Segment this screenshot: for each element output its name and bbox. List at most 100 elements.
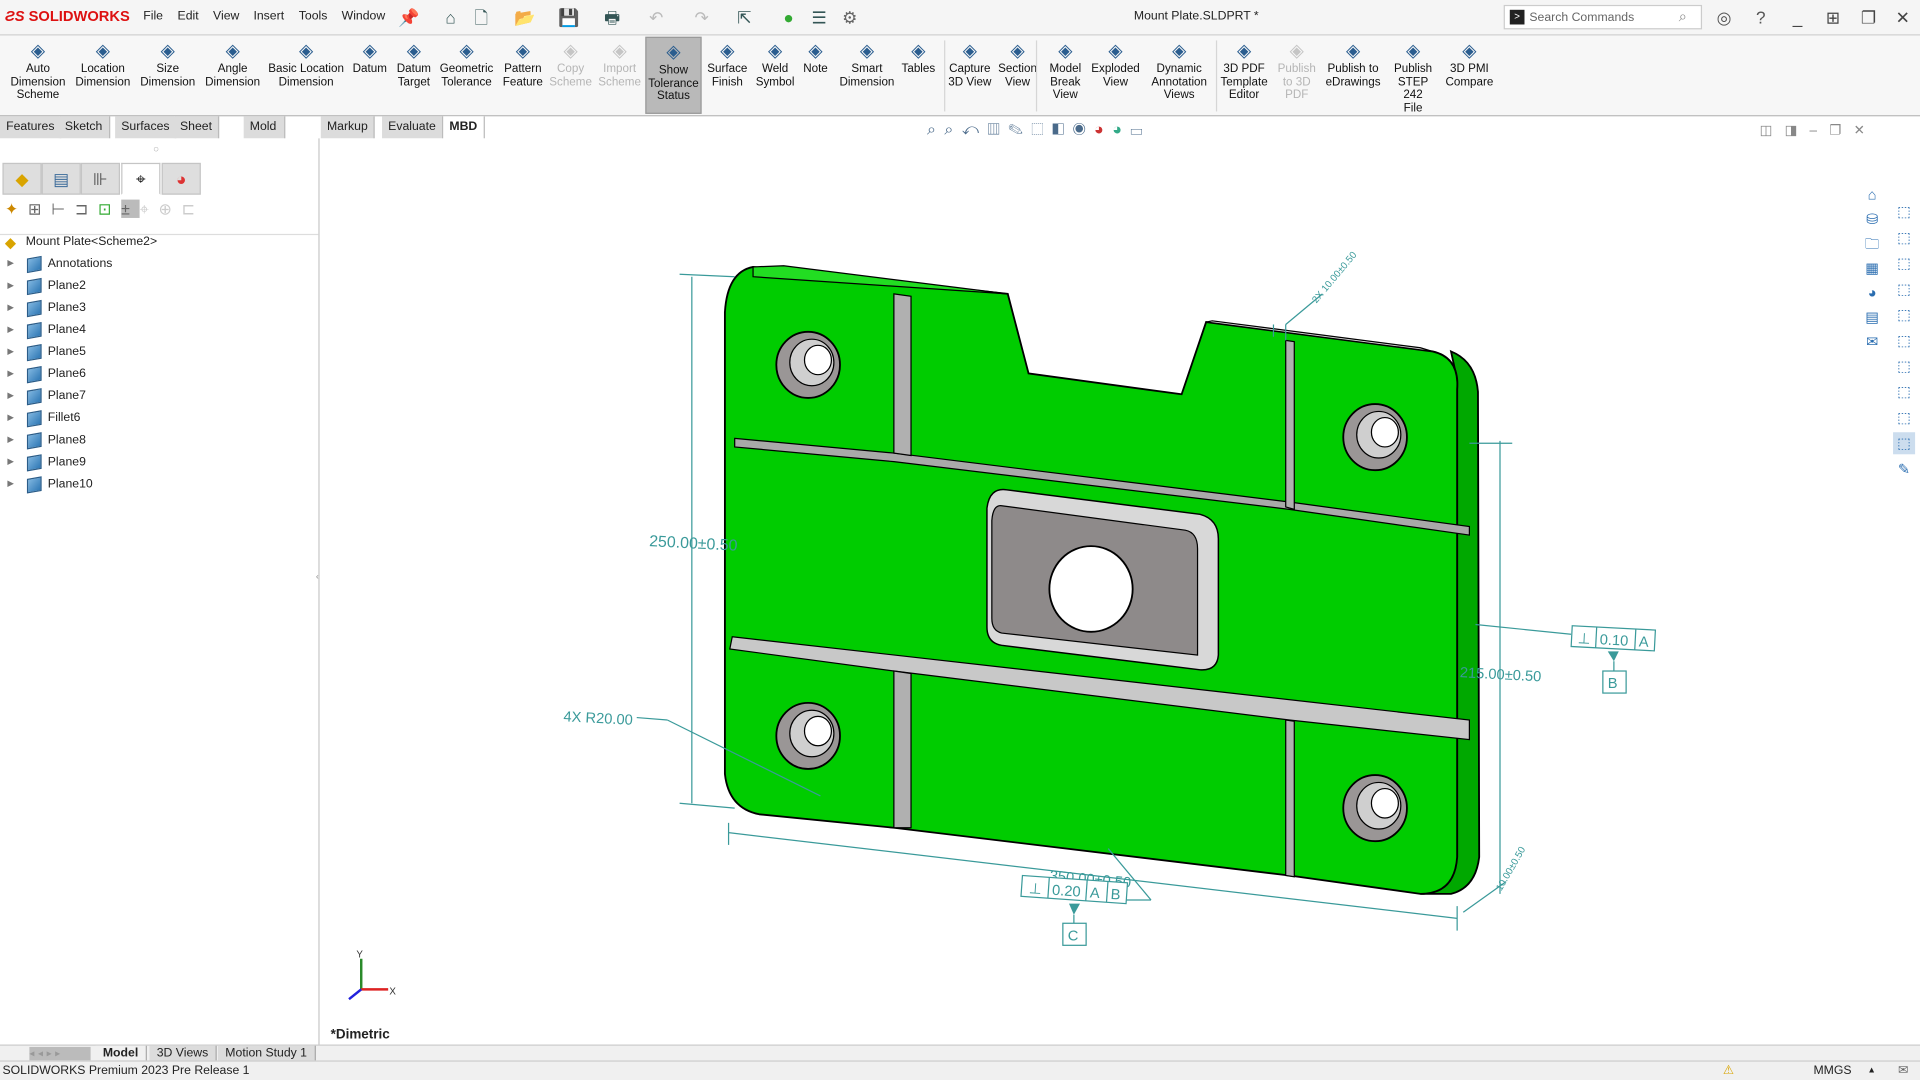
tab-markup[interactable]: Markup <box>320 116 376 139</box>
ribbon-button-import-scheme[interactable]: ◈ Import Scheme <box>598 37 642 114</box>
tile-icon[interactable]: ⊞ <box>1823 7 1843 27</box>
ribbon-button-geometric-tolerance[interactable]: ◈ Geometric Tolerance <box>440 37 494 114</box>
ribbon-button-smart-dimension[interactable]: ◈ Smart Dimension <box>838 37 897 114</box>
display-style-icon[interactable]: ◧ <box>1052 120 1073 138</box>
expand-arrow-icon[interactable]: ▶ <box>7 386 14 408</box>
datum-c-label[interactable]: C <box>1068 928 1079 944</box>
ribbon-button-model-break-view[interactable]: ◈ Model Break View <box>1042 37 1089 114</box>
top-view-icon[interactable]: ⬚ <box>1893 329 1915 351</box>
expand-arrow-icon[interactable]: ▶ <box>7 430 14 452</box>
datum-icon[interactable]: ⊡ <box>98 200 121 218</box>
datum-b-label[interactable]: B <box>1608 676 1618 692</box>
solidworks-forum-icon[interactable]: ✉ <box>1861 331 1883 353</box>
displaymanager-tab[interactable]: ◕ <box>161 162 201 195</box>
size-icon[interactable]: ⊐ <box>75 200 98 218</box>
pin-icon[interactable]: 📌 <box>398 7 419 27</box>
solidworks-resources-icon[interactable]: ⌂ <box>1861 184 1883 206</box>
search-icon[interactable]: ⌕ <box>1679 7 1687 25</box>
ribbon-button-note[interactable]: ◈ Note <box>801 37 830 114</box>
menu-tools[interactable]: Tools <box>299 10 328 23</box>
feature-control-frame-right[interactable]: ⊥ 0.10 A <box>1570 625 1657 652</box>
ribbon-button-auto-dimension[interactable]: ◈ Auto Dimension Scheme <box>10 37 66 114</box>
ribbon-button-section-view[interactable]: ◈ Section View <box>993 37 1042 114</box>
ribbon-button-exploded-view[interactable]: ◈ Exploded View <box>1087 37 1143 114</box>
apply-scene-icon[interactable]: ◕ <box>1112 120 1130 138</box>
auto-dimension-icon[interactable]: ✦ <box>5 200 28 218</box>
bottom-tab-motion-study-1[interactable]: Motion Study 1 <box>217 1045 316 1062</box>
bottom-tab-model[interactable]: Model <box>95 1045 147 1062</box>
ribbon-button-surface-finish[interactable]: ◈ Surface Finish <box>705 37 749 114</box>
ribbon-button-dynamic-annotation-views[interactable]: ◈ Dynamic Annotation Views <box>1147 37 1211 114</box>
previous-view-icon[interactable]: ↶ <box>962 120 988 138</box>
menu-window[interactable]: Window <box>342 10 386 23</box>
expand-arrow-icon[interactable]: ▶ <box>7 320 14 342</box>
configurationmanager-tab[interactable]: ⊪ <box>80 162 121 195</box>
ribbon-button-edrawings[interactable]: ◈ Publish to eDrawings <box>1324 37 1383 114</box>
close-icon[interactable]: ✕ <box>1893 7 1913 27</box>
dimxpert-toolbar[interactable]: ✦⊞⊢⊐⊡±⌖⊕⊏ <box>5 199 205 220</box>
import-scheme-icon[interactable]: ⊕ <box>158 200 181 218</box>
file-properties-icon[interactable]: ☰ <box>809 7 829 27</box>
restore-icon[interactable]: ❐ <box>1859 7 1879 27</box>
menu-insert[interactable]: Insert <box>253 10 284 23</box>
tab-mold-tools[interactable]: Mold Tools <box>243 116 286 156</box>
account-icon[interactable]: ◎ <box>1714 7 1734 27</box>
dimension-radius[interactable]: 4X R20.00 <box>563 709 633 729</box>
zoom-to-fit-icon[interactable]: ⌕ <box>927 120 944 138</box>
quick-tips-icon[interactable]: ✉ <box>1898 1062 1908 1081</box>
undo-icon[interactable]: ↶ <box>647 7 667 27</box>
tolerance-status-icon[interactable]: ± <box>121 199 140 218</box>
zoom-to-area-icon[interactable]: ⌕ <box>944 120 961 138</box>
tab-mbd[interactable]: MBD <box>443 116 485 139</box>
menu-file[interactable]: File <box>143 10 163 23</box>
isometric-view-icon[interactable]: ⬚ <box>1893 381 1915 403</box>
bottom-tab-3d-views[interactable]: 3D Views <box>149 1045 217 1062</box>
ribbon-button-pmi-compare[interactable]: ◈ 3D PMI Compare <box>1442 37 1496 114</box>
new-document-icon[interactable]: 🗋 <box>471 7 491 27</box>
rebuild-icon[interactable]: ● <box>779 7 799 27</box>
view-orientation-icon[interactable]: ⬚ <box>1893 201 1915 223</box>
expand-arrow-icon[interactable]: ▶ <box>7 408 14 430</box>
ribbon-button-publish-3d-pdf[interactable]: ◈ Publish to 3D PDF <box>1277 37 1316 114</box>
ribbon-button-weld-symbol[interactable]: ◈ Weld Symbol <box>754 37 796 114</box>
ribbon-button-location-dimension[interactable]: ◈ Location Dimension <box>75 37 131 114</box>
unit-system[interactable]: MMGS <box>1813 1062 1851 1081</box>
design-library-icon[interactable]: ⛁ <box>1861 208 1883 230</box>
bottom-view-icon[interactable]: ⬚ <box>1893 355 1915 377</box>
copy-scheme-icon[interactable]: ⌖ <box>140 200 159 218</box>
file-explorer-icon[interactable]: 🗀 <box>1861 233 1883 255</box>
tab-features[interactable]: Features <box>0 116 62 139</box>
expand-arrow-icon[interactable]: ▶ <box>7 298 14 320</box>
edit-appearance-icon[interactable]: ◕ <box>1094 120 1112 138</box>
back-view-icon[interactable]: ⬚ <box>1893 252 1915 274</box>
view-orientation-icon[interactable]: ⬚ <box>1031 120 1052 138</box>
search-commands-input[interactable]: > Search Commands ⌕ <box>1503 4 1703 30</box>
ribbon-button-copy-scheme[interactable]: ◈ Copy Scheme <box>549 37 593 114</box>
view-palette-icon[interactable]: ▦ <box>1861 257 1883 279</box>
menu-edit[interactable]: Edit <box>178 10 199 23</box>
solidworks-logo[interactable]: ƧS SOLIDWORKS <box>5 7 130 24</box>
ribbon-button-3d-pdf-template[interactable]: ◈ 3D PDF Template Editor <box>1217 37 1271 114</box>
panel-collapse-handle[interactable]: ‹ <box>316 573 319 582</box>
expand-arrow-icon[interactable]: ▶ <box>7 276 14 298</box>
expand-arrow-icon[interactable]: ▶ <box>7 364 14 386</box>
custom-properties-icon[interactable]: ▤ <box>1861 306 1883 328</box>
tab-surfaces[interactable]: Surfaces <box>115 116 177 139</box>
open-icon[interactable]: 📂 <box>514 7 535 27</box>
heads-up-view-toolbar[interactable]: ⌕⌕↶▥✎⬚◧◉◕◕▭ <box>927 120 1151 140</box>
tab-sketch[interactable]: Sketch <box>58 116 110 139</box>
ribbon-button-size-dimension[interactable]: ◈ Size Dimension <box>140 37 196 114</box>
ribbon-button-step-242[interactable]: ◈ Publish STEP 242 File <box>1389 37 1438 114</box>
ribbon-button-tables[interactable]: ◈ Tables <box>898 37 940 114</box>
minimize-icon[interactable]: _ <box>1788 7 1808 27</box>
tab-sheet-metal[interactable]: Sheet Metal <box>173 116 220 156</box>
view-settings-icon[interactable]: ▭ <box>1130 120 1151 138</box>
menu-view[interactable]: View <box>213 10 239 23</box>
units-menu-arrow-icon[interactable]: ▲ <box>1867 1062 1875 1081</box>
expand-arrow-icon[interactable]: ▶ <box>7 474 14 496</box>
viewport-window-controls[interactable]: ◫◨–❐✕ <box>1760 122 1878 139</box>
tab-scroll-arrows[interactable]: ◂◂▸▸ <box>29 1046 91 1061</box>
model-view[interactable]: 250.00±0.50 4X R20.00 215.00±0.50 350.00… <box>321 138 1920 1044</box>
delete-scheme-icon[interactable]: ⊏ <box>182 200 205 218</box>
dimetric-view-icon[interactable]: ⬚ <box>1893 407 1915 429</box>
